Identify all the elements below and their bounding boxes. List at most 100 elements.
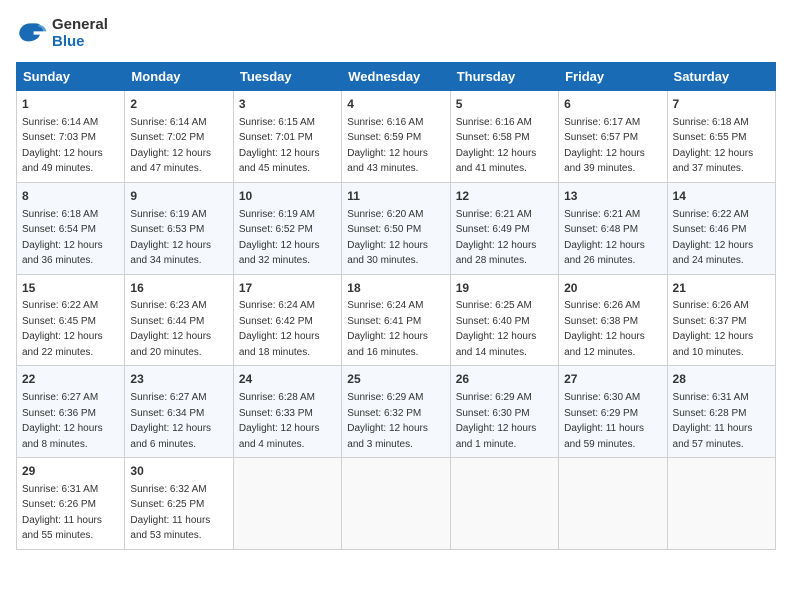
calendar-day-cell: 13Sunrise: 6:21 AMSunset: 6:48 PMDayligh… — [559, 182, 667, 274]
calendar-week-row: 15 Sunrise: 6:22 AMSunset: 6:45 PMDayligh… — [17, 274, 776, 366]
day-info: Sunrise: 6:24 AMSunset: 6:42 PMDaylight:… — [239, 300, 320, 358]
day-number: 19 — [456, 280, 553, 297]
day-info: Sunrise: 6:32 AMSunset: 6:25 PMDaylight:… — [130, 484, 210, 542]
day-number: 14 — [673, 188, 770, 205]
day-number: 30 — [130, 463, 227, 480]
day-number: 5 — [456, 96, 553, 113]
calendar-day-cell: 25 Sunrise: 6:29 AMSunset: 6:32 PMDayligh… — [342, 366, 450, 458]
calendar-table: SundayMondayTuesdayWednesdayThursdayFrid… — [16, 62, 776, 550]
day-number: 26 — [456, 371, 553, 388]
calendar-day-cell: 30 Sunrise: 6:32 AMSunset: 6:25 PMDayligh… — [125, 458, 233, 550]
day-number: 6 — [564, 96, 661, 113]
calendar-day-cell: 6 Sunrise: 6:17 AMSunset: 6:57 PMDaylight… — [559, 91, 667, 183]
day-info: Sunrise: 6:29 AMSunset: 6:30 PMDaylight:… — [456, 392, 537, 450]
calendar-day-cell: 26 Sunrise: 6:29 AMSunset: 6:30 PMDayligh… — [450, 366, 558, 458]
calendar-day-cell: 4 Sunrise: 6:16 AMSunset: 6:59 PMDaylight… — [342, 91, 450, 183]
day-info: Sunrise: 6:26 AMSunset: 6:37 PMDaylight:… — [673, 300, 754, 358]
day-number: 9 — [130, 188, 227, 205]
page-header: General Blue — [16, 16, 776, 50]
day-number: 16 — [130, 280, 227, 297]
calendar-day-cell: 2 Sunrise: 6:14 AMSunset: 7:02 PMDaylight… — [125, 91, 233, 183]
day-info: Sunrise: 6:22 AMSunset: 6:46 PMDaylight:… — [673, 209, 754, 267]
calendar-day-cell: 28 Sunrise: 6:31 AMSunset: 6:28 PMDayligh… — [667, 366, 775, 458]
day-number: 17 — [239, 280, 336, 297]
calendar-day-cell: 17 Sunrise: 6:24 AMSunset: 6:42 PMDayligh… — [233, 274, 341, 366]
calendar-day-cell: 29Sunrise: 6:31 AMSunset: 6:26 PMDayligh… — [17, 458, 125, 550]
day-number: 3 — [239, 96, 336, 113]
day-number: 21 — [673, 280, 770, 297]
calendar-day-cell: 12 Sunrise: 6:21 AMSunset: 6:49 PMDayligh… — [450, 182, 558, 274]
day-info: Sunrise: 6:27 AMSunset: 6:36 PMDaylight:… — [22, 392, 103, 450]
day-number: 25 — [347, 371, 444, 388]
day-info: Sunrise: 6:22 AMSunset: 6:45 PMDaylight:… — [22, 300, 103, 358]
day-number: 2 — [130, 96, 227, 113]
day-info: Sunrise: 6:16 AMSunset: 6:59 PMDaylight:… — [347, 117, 428, 175]
day-info: Sunrise: 6:30 AMSunset: 6:29 PMDaylight:… — [564, 392, 644, 450]
weekday-header: Thursday — [450, 63, 558, 91]
calendar-day-cell: 11Sunrise: 6:20 AMSunset: 6:50 PMDayligh… — [342, 182, 450, 274]
calendar-day-cell — [450, 458, 558, 550]
day-number: 1 — [22, 96, 119, 113]
calendar-day-cell — [559, 458, 667, 550]
logo: General Blue — [16, 16, 108, 50]
calendar-day-cell: 24Sunrise: 6:28 AMSunset: 6:33 PMDayligh… — [233, 366, 341, 458]
calendar-day-cell: 5Sunrise: 6:16 AMSunset: 6:58 PMDaylight… — [450, 91, 558, 183]
day-number: 4 — [347, 96, 444, 113]
day-number: 18 — [347, 280, 444, 297]
calendar-day-cell: 19 Sunrise: 6:25 AMSunset: 6:40 PMDayligh… — [450, 274, 558, 366]
logo-text: General Blue — [52, 16, 108, 50]
calendar-day-cell — [342, 458, 450, 550]
day-info: Sunrise: 6:19 AMSunset: 6:53 PMDaylight:… — [130, 209, 211, 267]
calendar-day-cell: 16 Sunrise: 6:23 AMSunset: 6:44 PMDayligh… — [125, 274, 233, 366]
day-number: 29 — [22, 463, 119, 480]
day-info: Sunrise: 6:18 AMSunset: 6:55 PMDaylight:… — [673, 117, 754, 175]
day-number: 7 — [673, 96, 770, 113]
day-number: 8 — [22, 188, 119, 205]
day-info: Sunrise: 6:29 AMSunset: 6:32 PMDaylight:… — [347, 392, 428, 450]
calendar-day-cell: 10 Sunrise: 6:19 AMSunset: 6:52 PMDayligh… — [233, 182, 341, 274]
weekday-header: Tuesday — [233, 63, 341, 91]
calendar-day-cell — [667, 458, 775, 550]
day-info: Sunrise: 6:24 AMSunset: 6:41 PMDaylight:… — [347, 300, 428, 358]
day-info: Sunrise: 6:15 AMSunset: 7:01 PMDaylight:… — [239, 117, 320, 175]
logo-icon — [16, 17, 48, 49]
calendar-day-cell: 18 Sunrise: 6:24 AMSunset: 6:41 PMDayligh… — [342, 274, 450, 366]
day-info: Sunrise: 6:18 AMSunset: 6:54 PMDaylight:… — [22, 209, 103, 267]
calendar-week-row: 22 Sunrise: 6:27 AMSunset: 6:36 PMDayligh… — [17, 366, 776, 458]
calendar-day-cell: 14 Sunrise: 6:22 AMSunset: 6:46 PMDayligh… — [667, 182, 775, 274]
day-number: 15 — [22, 280, 119, 297]
day-info: Sunrise: 6:31 AMSunset: 6:28 PMDaylight:… — [673, 392, 753, 450]
day-info: Sunrise: 6:14 AMSunset: 7:02 PMDaylight:… — [130, 117, 211, 175]
weekday-header: Monday — [125, 63, 233, 91]
day-number: 11 — [347, 188, 444, 205]
calendar-day-cell — [233, 458, 341, 550]
day-number: 10 — [239, 188, 336, 205]
day-number: 22 — [22, 371, 119, 388]
day-number: 12 — [456, 188, 553, 205]
day-info: Sunrise: 6:26 AMSunset: 6:38 PMDaylight:… — [564, 300, 645, 358]
day-info: Sunrise: 6:19 AMSunset: 6:52 PMDaylight:… — [239, 209, 320, 267]
calendar-week-row: 8 Sunrise: 6:18 AMSunset: 6:54 PMDaylight… — [17, 182, 776, 274]
day-info: Sunrise: 6:25 AMSunset: 6:40 PMDaylight:… — [456, 300, 537, 358]
day-info: Sunrise: 6:23 AMSunset: 6:44 PMDaylight:… — [130, 300, 211, 358]
weekday-header: Friday — [559, 63, 667, 91]
calendar-day-cell: 8 Sunrise: 6:18 AMSunset: 6:54 PMDaylight… — [17, 182, 125, 274]
day-number: 28 — [673, 371, 770, 388]
weekday-header: Wednesday — [342, 63, 450, 91]
weekday-header: Saturday — [667, 63, 775, 91]
day-info: Sunrise: 6:27 AMSunset: 6:34 PMDaylight:… — [130, 392, 211, 450]
calendar-day-cell: 15 Sunrise: 6:22 AMSunset: 6:45 PMDayligh… — [17, 274, 125, 366]
day-info: Sunrise: 6:21 AMSunset: 6:49 PMDaylight:… — [456, 209, 537, 267]
calendar-day-cell: 7 Sunrise: 6:18 AMSunset: 6:55 PMDaylight… — [667, 91, 775, 183]
day-info: Sunrise: 6:21 AMSunset: 6:48 PMDaylight:… — [564, 209, 645, 267]
day-number: 20 — [564, 280, 661, 297]
day-info: Sunrise: 6:17 AMSunset: 6:57 PMDaylight:… — [564, 117, 645, 175]
day-number: 24 — [239, 371, 336, 388]
calendar-day-cell: 20 Sunrise: 6:26 AMSunset: 6:38 PMDayligh… — [559, 274, 667, 366]
calendar-day-cell: 9 Sunrise: 6:19 AMSunset: 6:53 PMDaylight… — [125, 182, 233, 274]
calendar-week-row: 1Sunrise: 6:14 AMSunset: 7:03 PMDaylight… — [17, 91, 776, 183]
calendar-week-row: 29Sunrise: 6:31 AMSunset: 6:26 PMDayligh… — [17, 458, 776, 550]
calendar-day-cell: 22 Sunrise: 6:27 AMSunset: 6:36 PMDayligh… — [17, 366, 125, 458]
calendar-day-cell: 23Sunrise: 6:27 AMSunset: 6:34 PMDayligh… — [125, 366, 233, 458]
calendar-day-cell: 27Sunrise: 6:30 AMSunset: 6:29 PMDayligh… — [559, 366, 667, 458]
